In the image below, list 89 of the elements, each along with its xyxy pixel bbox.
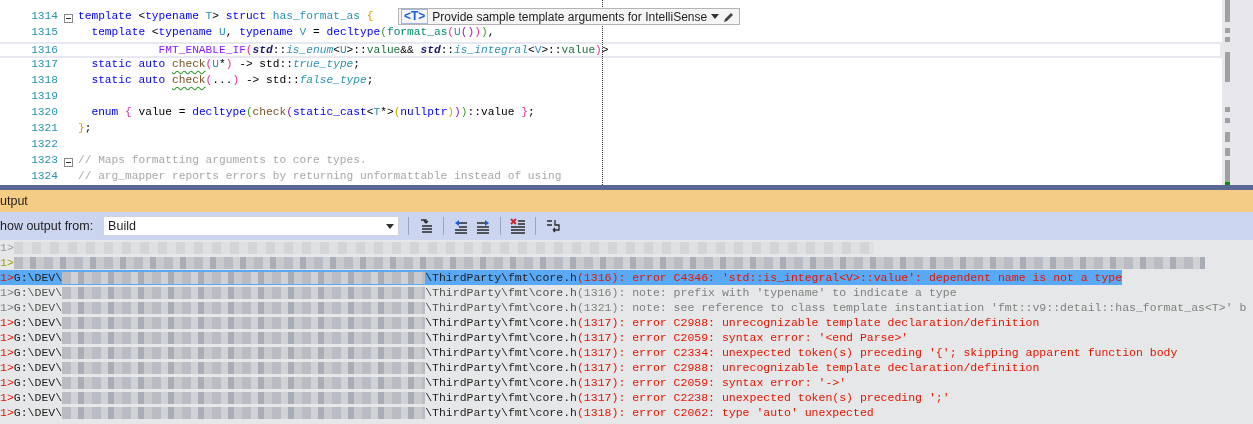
collapse-icon[interactable] (63, 157, 73, 167)
line-number: (1317) (576, 315, 619, 330)
path-text: \ThirdParty\fmt\core.h (425, 405, 577, 420)
message-text: : error C4346: 'std::is_integral<V>::value': dependent name is not a type (618, 270, 1123, 285)
code-comment: // arg_mapper reports errors by returning unformattable instead of using (78, 170, 562, 184)
line-number: (1317) (576, 330, 619, 345)
path-text: \ThirdParty\fmt\core.h (425, 300, 577, 315)
line-number: (1316) (576, 270, 619, 285)
output-title: utput (0, 194, 28, 208)
path-text: G:\DEV\ (13, 330, 63, 345)
path-text: G:\DEV\ (13, 270, 63, 285)
line-number: 1319 (30, 90, 58, 104)
line-number: 1321 (30, 122, 58, 136)
dropdown-caret-icon[interactable] (711, 14, 720, 19)
line-number: 1323 (30, 154, 58, 168)
selected-row-highlight[interactable]: 1>G:\DEV\ \ThirdParty\fmt\core.h(1316): error C4346: 'std::is_integral<V>::value': dependent name is not a type (0, 270, 1123, 285)
template-badge: <T> (401, 9, 429, 24)
line-number: (1317) (576, 390, 619, 405)
build-prefix: 1> (0, 390, 14, 405)
message-text: : error C2238: unexpected token(s) preceding ';' (618, 390, 950, 405)
line-number: 1314 (30, 10, 58, 24)
pencil-icon[interactable] (723, 10, 736, 23)
code-line: FMT_ENABLE_IF(std::is_enum<U>::value&& std::is_integral<V>::value)> (157, 44, 609, 56)
build-prefix: 1> (0, 375, 14, 390)
collapse-icon[interactable] (63, 13, 73, 23)
build-prefix: 1> (0, 270, 14, 285)
path-text: G:\DEV\ (13, 285, 63, 300)
path-text: \ThirdParty\fmt\core.h (425, 270, 577, 285)
path-text: \ThirdParty\fmt\core.h (425, 375, 577, 390)
code-line: enum { value = decltype(check(static_cast<T*>(nullptr)))::value }; (90, 106, 535, 120)
build-prefix: 1> (0, 300, 14, 315)
dropdown-caret-icon (386, 223, 395, 229)
build-prefix: 1> (0, 240, 14, 255)
source-label: how output from: (0, 219, 94, 233)
build-prefix: 1> (0, 285, 14, 300)
message-text: : error C2059: syntax error: '<end Parse>' (618, 330, 909, 345)
build-prefix: 1> (0, 330, 14, 345)
path-text: \ThirdParty\fmt\core.h (425, 330, 577, 345)
line-number: 1324 (30, 170, 58, 184)
line-number: (1321) (576, 300, 619, 315)
path-text: G:\DEV\ (13, 345, 63, 360)
line-number: 1320 (30, 106, 58, 120)
build-prefix: 1> (0, 345, 14, 360)
code-line: template <typename U, typename V = decltype(format_as(U())), (90, 26, 495, 40)
line-number: 1317 (30, 58, 58, 72)
previous-message-icon[interactable] (453, 218, 470, 234)
build-prefix: 1> (0, 255, 14, 270)
path-text: \ThirdParty\fmt\core.h (425, 315, 577, 330)
find-message-icon[interactable] (418, 218, 435, 234)
path-text: \ThirdParty\fmt\core.h (425, 285, 577, 300)
path-text: G:\DEV\ (13, 405, 63, 420)
code-line: static auto check(...) -> std::false_type; (90, 74, 374, 88)
line-number: (1317) (576, 360, 619, 375)
hint-text: Provide sample template arguments for IntelliSense (432, 9, 708, 24)
path-text: \ThirdParty\fmt\core.h (425, 360, 577, 375)
build-prefix: 1> (0, 360, 14, 375)
message-text: : note: see reference to class template instantiation 'fmt::v9::detail::has_format_as<T>' b (618, 300, 1247, 315)
code-line: template <typename T> struct has_format_as { (78, 10, 374, 24)
line-number: (1317) (576, 345, 619, 360)
build-prefix: 1> (0, 405, 14, 420)
path-text: \ThirdParty\fmt\core.h (425, 390, 577, 405)
line-number: (1317) (576, 375, 619, 390)
line-number: 1315 (30, 26, 58, 40)
message-text: : note: prefix with 'typename' to indicate a type (618, 285, 957, 300)
message-text: : error C2988: unrecognizable template declaration/definition (618, 315, 1040, 330)
path-text: \ThirdParty\fmt\core.h (425, 345, 577, 360)
line-number: 1318 (30, 74, 58, 88)
build-prefix: 1> (0, 315, 14, 330)
message-text: : error C2334: unexpected token(s) preceding '{'; skipping apparent function body (618, 345, 1178, 360)
message-text: : error C2059: syntax error: '->' (618, 375, 847, 390)
clear-all-icon[interactable] (510, 218, 527, 234)
path-text: G:\DEV\ (13, 315, 63, 330)
path-text: G:\DEV\ (13, 375, 63, 390)
line-number: 1322 (30, 138, 58, 152)
next-message-icon[interactable] (475, 218, 492, 234)
line-number: (1316) (576, 285, 619, 300)
path-text: G:\DEV\ (13, 300, 63, 315)
code-line: }; (78, 122, 92, 136)
word-wrap-icon[interactable] (545, 218, 562, 234)
path-text: G:\DEV\ (13, 390, 63, 405)
path-text: G:\DEV\ (13, 360, 63, 375)
output-source-dropdown[interactable]: Build (103, 216, 400, 236)
code-comment: // Maps formatting arguments to core types. (78, 154, 367, 168)
message-text: : error C2062: type 'auto' unexpected (618, 405, 874, 420)
message-text: : error C2988: unrecognizable template declaration/definition (618, 360, 1040, 375)
line-number: 1316 (30, 44, 58, 56)
line-number: (1318) (576, 405, 619, 420)
code-line: static auto check(U*) -> std::true_type; (90, 58, 361, 72)
template-hint-bar[interactable]: <T> Provide sample template arguments for IntelliSense (398, 8, 741, 25)
